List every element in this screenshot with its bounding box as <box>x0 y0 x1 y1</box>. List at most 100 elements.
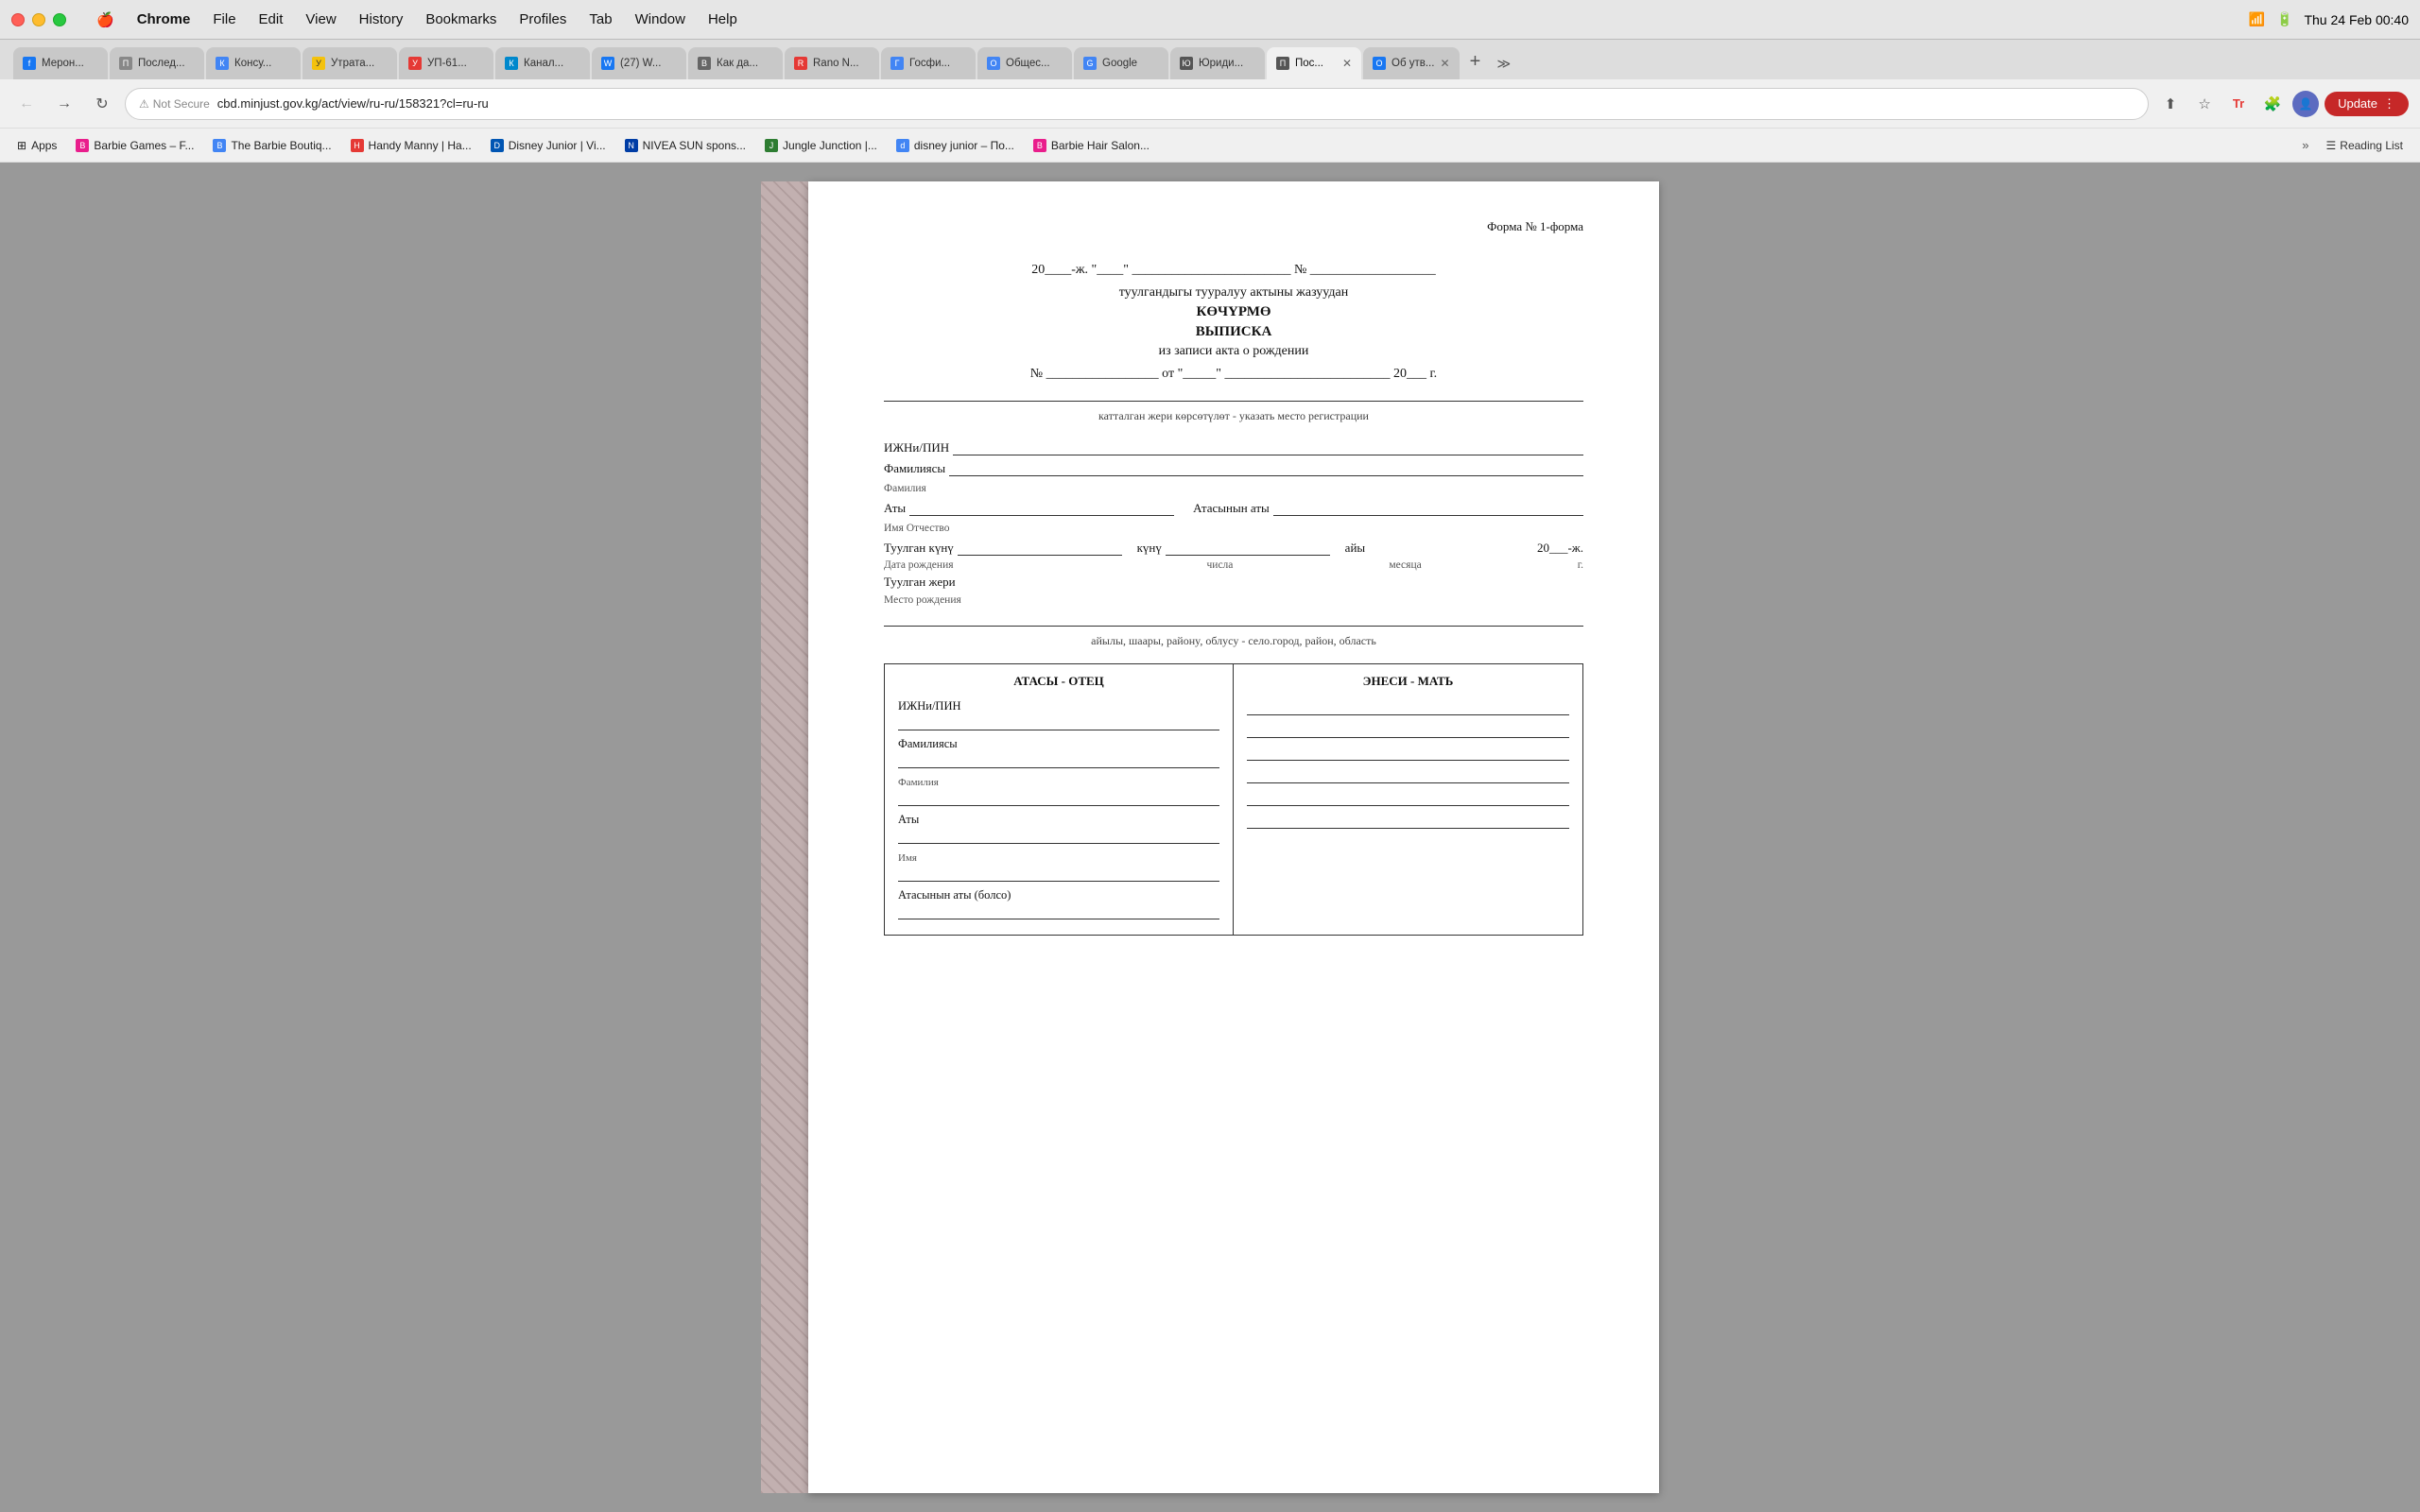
bookmark-handy-manny[interactable]: H Handy Manny | Ha... <box>343 136 479 155</box>
address-bar[interactable]: ⚠ Not Secure cbd.minjust.gov.kg/act/view… <box>125 88 2149 120</box>
menubar-tab[interactable]: Tab <box>578 8 623 31</box>
tab-label-t15: Об утв... <box>1392 58 1434 69</box>
tab-t9[interactable]: R Rano N... <box>785 47 879 79</box>
menubar-history[interactable]: History <box>348 8 415 31</box>
share-button[interactable]: ⬆ <box>2156 90 2185 118</box>
parents-section: АТАСЫ - ОТЕЦ ИЖНи/ПИН Фамилиясы Фамилия <box>884 663 1583 936</box>
mother-izhn-underline <box>1247 698 1569 715</box>
new-tab-button[interactable]: + <box>1461 47 1490 76</box>
bookmark-barbie-games[interactable]: B Barbie Games – F... <box>68 136 201 155</box>
data-rozhd-row: Дата рождения числа месяца г. <box>884 559 1583 571</box>
wifi-icon: 📶 <box>2249 11 2265 27</box>
bookmark-label: The Barbie Boutiq... <box>231 139 331 152</box>
familias-underline <box>949 459 1583 476</box>
menubar-file[interactable]: File <box>201 8 247 31</box>
father-header: АТАСЫ - ОТЕЦ <box>898 674 1219 689</box>
tab-label-t5: УП-61... <box>427 58 467 69</box>
reading-list-icon: ☰ <box>2326 139 2337 152</box>
tuulgan-kunu-label: Туулган күнү <box>884 541 954 556</box>
fullscreen-button[interactable] <box>53 13 66 26</box>
toolbar-actions: ⬆ ☆ Tr 🧩 👤 Update ⋮ <box>2156 90 2409 118</box>
bookmark-jungle-junction[interactable]: J Jungle Junction |... <box>757 136 885 155</box>
tuulgan-zheri-label: Туулган жери <box>884 575 956 589</box>
doc-from-line: № _________________ от "_____" _________… <box>884 367 1583 382</box>
tab-close-t14[interactable]: ✕ <box>1342 57 1352 70</box>
father-imya-label: Имя <box>898 852 917 864</box>
apps-label: Apps <box>31 139 57 152</box>
tab-close-t15[interactable]: ✕ <box>1440 57 1449 70</box>
clock: Thu 24 Feb 00:40 <box>2304 12 2409 27</box>
reload-button[interactable]: ↻ <box>87 89 117 119</box>
bookmark-label: Jungle Junction |... <box>783 139 877 152</box>
mother-aty-underline <box>1247 766 1569 783</box>
extensions-button[interactable]: 🧩 <box>2258 90 2287 118</box>
menubar-bookmarks[interactable]: Bookmarks <box>414 8 508 31</box>
menubar-chrome[interactable]: Chrome <box>126 8 202 31</box>
tab-t6[interactable]: К Канал... <box>495 47 590 79</box>
bookmark-barbie-hair[interactable]: B Barbie Hair Salon... <box>1026 136 1157 155</box>
bookmark-button[interactable]: ☆ <box>2190 90 2219 118</box>
battery-icon: 🔋 <box>2276 11 2292 27</box>
father-familia-underline <box>898 789 1219 806</box>
tab-label-t6: Канал... <box>524 58 563 69</box>
menubar-help[interactable]: Help <box>697 8 749 31</box>
bookmark-nivea[interactable]: N NIVEA SUN spons... <box>617 136 753 155</box>
apps-bookmark[interactable]: ⊞ Apps <box>9 136 64 155</box>
atasyn-aty-underline <box>1273 499 1583 516</box>
mesyaca-label: месяца <box>1389 559 1421 571</box>
tab-t1[interactable]: f Мерон... <box>13 47 108 79</box>
bookmarks-more-button[interactable]: » <box>2296 135 2314 155</box>
aiy-label: айы <box>1345 541 1365 556</box>
close-button[interactable] <box>11 13 25 26</box>
tuulgan-kunu-row: Туулган күнү күнү айы 20___-ж. <box>884 539 1583 556</box>
minimize-button[interactable] <box>32 13 45 26</box>
toolbar: ← → ↻ ⚠ Not Secure cbd.minjust.gov.kg/ac… <box>0 79 2420 129</box>
menubar-right: 📶 🔋 Thu 24 Feb 00:40 <box>2249 11 2409 27</box>
apple-menu[interactable]: 🍎 <box>85 8 126 32</box>
bookmark-disney-junior[interactable]: D Disney Junior | Vi... <box>483 136 614 155</box>
mother-header: ЭНЕСИ - МАТЬ <box>1247 674 1569 689</box>
tab-t3[interactable]: К Консу... <box>206 47 301 79</box>
data-rozhd-label: Дата рождения <box>884 559 954 571</box>
izhn-underline <box>953 438 1583 455</box>
aty-field-row: Аты Атасынын аты <box>884 499 1583 516</box>
mother-familia-underline <box>1247 744 1569 761</box>
tab-t8[interactable]: B Как да... <box>688 47 783 79</box>
forward-button[interactable]: → <box>49 89 79 119</box>
mother-familia-field <box>1247 744 1569 761</box>
tab-label-t2: Послед... <box>138 58 185 69</box>
tab-label-t4: Утрата... <box>331 58 374 69</box>
tab-label-t3: Консу... <box>234 58 271 69</box>
menubar-view[interactable]: View <box>294 8 347 31</box>
mother-col: ЭНЕСИ - МАТЬ <box>1234 664 1582 935</box>
tuulgan-zheri-label-row: Туулган жери <box>884 575 1583 590</box>
tab-t11[interactable]: О Общес... <box>977 47 1072 79</box>
menubar-window[interactable]: Window <box>624 8 697 31</box>
menubar-profiles[interactable]: Profiles <box>508 8 578 31</box>
menubar-edit[interactable]: Edit <box>248 8 295 31</box>
tab-t15[interactable]: О Об утв... ✕ <box>1363 47 1460 79</box>
tab-t14[interactable]: П Пос... ✕ <box>1267 47 1361 79</box>
father-aty-field: Аты <box>898 812 1219 844</box>
tab-t12[interactable]: G Google <box>1074 47 1168 79</box>
bookmark-disney-junior-ru[interactable]: d disney junior – По... <box>889 136 1022 155</box>
menubar: 🍎 Chrome File Edit View History Bookmark… <box>0 0 2420 40</box>
tab-t5[interactable]: У УП-61... <box>399 47 493 79</box>
doc-forma: Форма № 1-форма <box>884 219 1583 234</box>
profile-avatar[interactable]: 👤 <box>2292 91 2319 117</box>
father-familias-underline <box>898 751 1219 768</box>
back-button[interactable]: ← <box>11 89 42 119</box>
father-imya-underline <box>898 865 1219 882</box>
tab-t2[interactable]: П Послед... <box>110 47 204 79</box>
tab-more-button[interactable]: ≫ <box>1492 52 1517 76</box>
tab-label-t1: Мерон... <box>42 58 84 69</box>
tab-t10[interactable]: Г Госфи... <box>881 47 976 79</box>
tab-t7[interactable]: W (27) W... <box>592 47 686 79</box>
update-button[interactable]: Update ⋮ <box>2325 92 2409 116</box>
bookmark-barbie-boutique[interactable]: B The Barbie Boutiq... <box>205 136 338 155</box>
tab-t13[interactable]: Ю Юриди... <box>1170 47 1265 79</box>
tab-t4[interactable]: У Утрата... <box>302 47 397 79</box>
reading-list-button[interactable]: ☰ Reading List <box>2319 136 2411 155</box>
imya-otchestvo-sublabel: Имя Отчество <box>884 523 949 534</box>
bookmark-label: Disney Junior | Vi... <box>509 139 606 152</box>
